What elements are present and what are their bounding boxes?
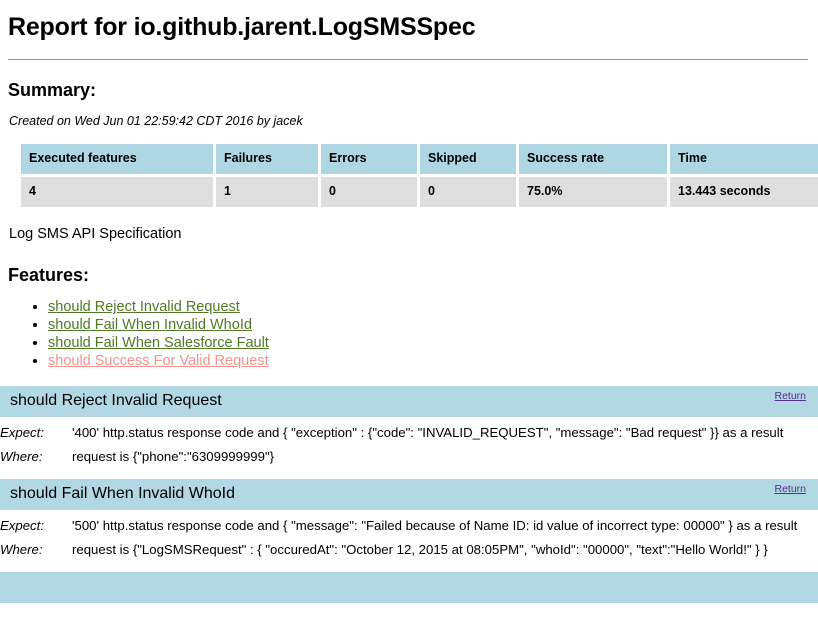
summary-header-failures: Failures [216,144,318,175]
return-link[interactable]: Return [774,482,806,496]
summary-table-row: 4 1 0 0 75.0% 13.443 seconds [21,177,818,207]
summary-value-success-rate: 75.0% [519,177,667,207]
feature-detail-header: should Reject Invalid Request Return [0,386,818,418]
feature-detail-title: should Reject Invalid Request [10,392,222,410]
feature-detail-block: should Fail When Invalid WhoId Return Ex… [0,479,818,566]
feature-detail-header [0,572,818,604]
table-row: Expect: '400' http.status response code … [0,421,818,445]
where-value: request is {"LogSMSRequest" : { "occured… [72,542,768,558]
created-timestamp: Created on Wed Jun 01 22:59:42 CDT 2016 … [9,114,303,129]
feature-link-fail-when-invalid-whoid[interactable]: should Fail When Invalid WhoId [48,317,252,333]
summary-value-errors: 0 [321,177,417,207]
expect-value: '400' http.status response code and { "e… [72,425,784,441]
summary-value-failures: 1 [216,177,318,207]
feature-link-reject-invalid-request[interactable]: should Reject Invalid Request [48,299,240,315]
feature-link-success-for-valid-request[interactable]: should Success For Valid Request [48,353,269,369]
expect-value: '500' http.status response code and { "m… [72,518,798,534]
feature-detail-title: should Fail When Invalid WhoId [10,485,235,503]
spec-name: Log SMS API Specification [9,225,182,242]
summary-header-skipped: Skipped [420,144,516,175]
summary-header-time: Time [670,144,818,175]
summary-header-executed-features: Executed features [21,144,213,175]
feature-detail-table: Expect: '400' http.status response code … [0,421,818,469]
feature-detail-body: Expect: '400' http.status response code … [0,417,818,473]
feature-detail-header: should Fail When Invalid WhoId Return [0,479,818,511]
where-value: request is {"phone":"6309999999"} [72,449,275,465]
feature-detail-body: Expect: '500' http.status response code … [0,510,818,566]
summary-value-time: 13.443 seconds [670,177,818,207]
list-item: should Fail When Salesforce Fault [48,334,808,352]
summary-header-errors: Errors [321,144,417,175]
list-item: should Reject Invalid Request [48,298,808,316]
summary-header-success-rate: Success rate [519,144,667,175]
summary-table-header-row: Executed features Failures Errors Skippe… [21,144,818,175]
features-list: should Reject Invalid Request should Fai… [8,298,808,370]
title-divider [8,58,808,60]
return-link[interactable]: Return [774,389,806,403]
list-item: should Fail When Invalid WhoId [48,316,808,334]
expect-label: Expect: [0,425,44,441]
expect-label: Expect: [0,518,44,534]
page-title: Report for io.github.jarent.LogSMSSpec [8,13,476,41]
summary-value-skipped: 0 [420,177,516,207]
report-page: Report for io.github.jarent.LogSMSSpec S… [0,13,818,604]
summary-table: Executed features Failures Errors Skippe… [18,141,818,210]
list-item: should Success For Valid Request [48,352,808,370]
summary-heading: Summary: [8,79,97,100]
feature-detail-table: Expect: '500' http.status response code … [0,514,818,562]
table-row: Where: request is {"phone":"6309999999"} [0,445,818,469]
feature-link-fail-when-salesforce-fault[interactable]: should Fail When Salesforce Fault [48,335,269,351]
where-label: Where: [0,542,43,558]
where-label: Where: [0,449,43,465]
feature-detail-block [0,572,818,604]
feature-detail-block: should Reject Invalid Request Return Exp… [0,386,818,473]
table-row: Where: request is {"LogSMSRequest" : { "… [0,538,818,562]
table-row: Expect: '500' http.status response code … [0,514,818,538]
summary-value-executed-features: 4 [21,177,213,207]
features-heading: Features: [8,265,90,286]
